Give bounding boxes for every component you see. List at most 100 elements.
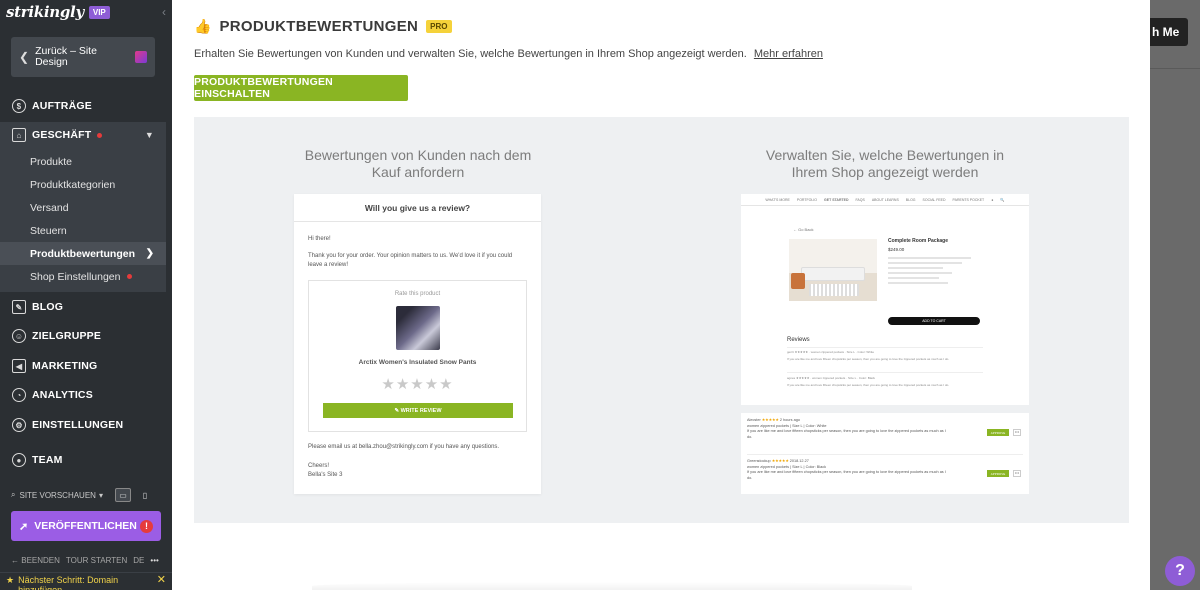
shop-nav-item: 🔍 (1000, 197, 1005, 202)
shop-review-meta: gerrit ★★★★★ · women zippered pockets · … (787, 350, 875, 354)
next-step-bar[interactable]: ★ Nächster Schritt: Domain hinzufügen ✕ (0, 572, 172, 590)
email-header: Will you give us a review? (294, 194, 541, 222)
sofa-shape (801, 267, 865, 281)
start-tour-button[interactable]: TOUR STARTEN (66, 556, 127, 565)
team-icon: ● (12, 453, 26, 467)
site-design-icon (135, 51, 147, 63)
sidebar-header: strikingly VIP ‹ (0, 0, 172, 24)
back-to-site-design-button[interactable]: ❮ Zurück – Site Design (11, 37, 155, 77)
nav-item-geschaeft[interactable]: ⌂ GESCHÄFT ▼ (0, 124, 166, 146)
approve-button: APPROVE (987, 470, 1009, 477)
feature-showcase: Bewertungen von Kunden nach dem Kauf anf… (194, 117, 1129, 523)
enable-reviews-button[interactable]: PRODUKTBEWERTUNGEN EINSCHALTEN (194, 75, 408, 101)
package-description-lines (888, 257, 980, 287)
caret-down-icon: ▾ (98, 490, 103, 500)
package-title: Complete Room Package (888, 238, 949, 244)
nav-label: ANALYTICS (32, 389, 93, 401)
exit-button[interactable]: ← BEENDEN (11, 556, 60, 565)
sidebar-item-produktkategorien[interactable]: Produktkategorien (0, 173, 166, 196)
product-name: Arctix Women's Insulated Snow Pants (358, 359, 477, 366)
shop-nav-item: SOCIAL FEED (922, 197, 946, 202)
review-request-email-preview: Will you give us a review? Hi there! Tha… (294, 194, 541, 494)
nav-item-einstellungen[interactable]: ⚙ EINSTELLUNGEN (0, 415, 166, 435)
review-author: Alecster (747, 418, 761, 422)
sidebar-item-steuern[interactable]: Steuern (0, 219, 166, 242)
alert-icon: ! (140, 519, 153, 533)
nav-label: EINSTELLUNGEN (32, 419, 124, 431)
shop-nav: WHAT'S MORE PORTFOLIO GET STARTED FAQS ABOUT… (741, 194, 1029, 206)
review-row: Alecster ★★★★★ 2 hours ago women zippere… (747, 418, 1023, 440)
product-image (396, 306, 440, 350)
email-body: Thank you for your order. Your opinion m… (308, 253, 513, 268)
nav-item-marketing[interactable]: ◀ MARKETING (0, 356, 166, 376)
language-selector[interactable]: DE (133, 556, 144, 565)
sidebar-item-shop-einstellungen[interactable]: Shop Einstellungen (0, 265, 166, 288)
page-title: PRODUKTBEWERTUNGEN (219, 18, 419, 35)
shop-nav-item: PORTFOLIO (796, 197, 818, 202)
panel-header: 👍 PRODUKTBEWERTUNGEN PRO (194, 18, 452, 35)
pencil-icon: ✎ (12, 300, 26, 314)
shop-nav-item: FAQS (855, 197, 865, 202)
dollar-icon: $ (12, 99, 26, 113)
help-button[interactable]: ? (1165, 556, 1195, 586)
reviews-heading: Reviews (787, 337, 810, 343)
back-button-label: Zurück – Site Design (35, 45, 97, 68)
email-closing: Cheers! (308, 463, 330, 469)
manage-reviews-preview: Alecster ★★★★★ 2 hours ago women zippere… (741, 413, 1029, 494)
search-icon: ⌕ (11, 490, 16, 499)
sidebar-item-produkte[interactable]: Produkte (0, 150, 166, 173)
more-options-icon: ••• (1013, 429, 1021, 436)
site-preview-dropdown[interactable]: SITE VORSCHAUEN (19, 491, 95, 500)
email-contact: Please email us at bella.zhou@strikingly… (308, 444, 500, 450)
users-icon: ☺ (12, 329, 26, 343)
nav-item-zielgruppe[interactable]: ☺ ZIELGRUPPE (0, 326, 166, 346)
description-text: Erhalten Sie Bewertungen von Kunden und … (194, 48, 747, 60)
nav-label: GESCHÄFT (32, 129, 92, 141)
shop-nav-item: PARENTS POCKET (952, 197, 985, 202)
shop-page-preview: WHAT'S MORE PORTFOLIO GET STARTED FAQS ABOUT… (741, 194, 1029, 405)
notification-dot (97, 132, 103, 138)
shop-nav-item: ● (991, 197, 994, 202)
shop-nav-item: BLOG (905, 197, 916, 202)
desktop-preview-icon[interactable]: ▭ (114, 488, 131, 502)
review-date: 2 hours ago (779, 418, 800, 422)
close-icon[interactable]: ✕ (157, 575, 166, 586)
background-button: h Me (1150, 18, 1188, 46)
rating-stars: ★★★★★ (381, 376, 454, 393)
chevron-right-icon: ❯ (145, 248, 154, 259)
add-to-cart-button: ADD TO CART (888, 317, 980, 325)
nav-item-blog[interactable]: ✎ BLOG (0, 297, 166, 317)
shop-nav-item: ABOUT LEARNS (871, 197, 899, 202)
background-divider (1150, 68, 1200, 69)
shop-review-meta: agnes ★★★★★ · women zippered pockets · S… (787, 376, 876, 380)
nav-item-team[interactable]: ● TEAM (0, 450, 166, 470)
mobile-preview-icon[interactable]: ▯ (137, 488, 153, 502)
nav-item-analytics[interactable]: ◔ ANALYTICS (0, 385, 166, 405)
nav-label: TEAM (32, 454, 63, 466)
chevron-left-icon: ❮ (19, 50, 30, 64)
sidebar-item-versand[interactable]: Versand (0, 196, 166, 219)
sidebar-item-produktbewertungen[interactable]: Produktbewertungen ❯ (0, 242, 166, 265)
rate-label: Rate this product (394, 291, 441, 297)
more-options-icon: ••• (1013, 470, 1021, 477)
chevron-down-icon: ▼ (144, 130, 154, 140)
review-stars: ★★★★★ (771, 459, 789, 463)
learn-more-link[interactable]: Mehr erfahren (754, 48, 823, 60)
review-date: 2018.12.27 (789, 459, 809, 463)
exit-label: BEENDEN (21, 556, 60, 565)
more-icon[interactable]: ••• (150, 556, 158, 565)
sidebar-footer: ← BEENDEN TOUR STARTEN DE ••• (11, 556, 166, 565)
divider (787, 372, 983, 373)
nav-label: BLOG (32, 301, 64, 313)
email-greeting: Hi there! (308, 236, 331, 242)
publish-button[interactable]: ➚ VERÖFFENTLICHEN ! (11, 511, 161, 541)
write-review-button: ✎ WRITE REVIEW (323, 403, 513, 418)
collapse-sidebar-icon[interactable]: ‹ (162, 5, 166, 19)
email-signature: Bella's Site 3 (308, 472, 343, 478)
strikingly-logo[interactable]: strikingly (6, 3, 84, 21)
reviews-panel: 👍 PRODUKTBEWERTUNGEN PRO Erhalten Sie Be… (172, 0, 1150, 590)
review-text: If you are like me and love fifteen chop… (747, 470, 946, 480)
publish-label: VERÖFFENTLICHEN (34, 520, 137, 532)
nav-item-auftraege[interactable]: $ AUFTRÄGE (0, 96, 166, 116)
chair-shape (791, 273, 805, 289)
